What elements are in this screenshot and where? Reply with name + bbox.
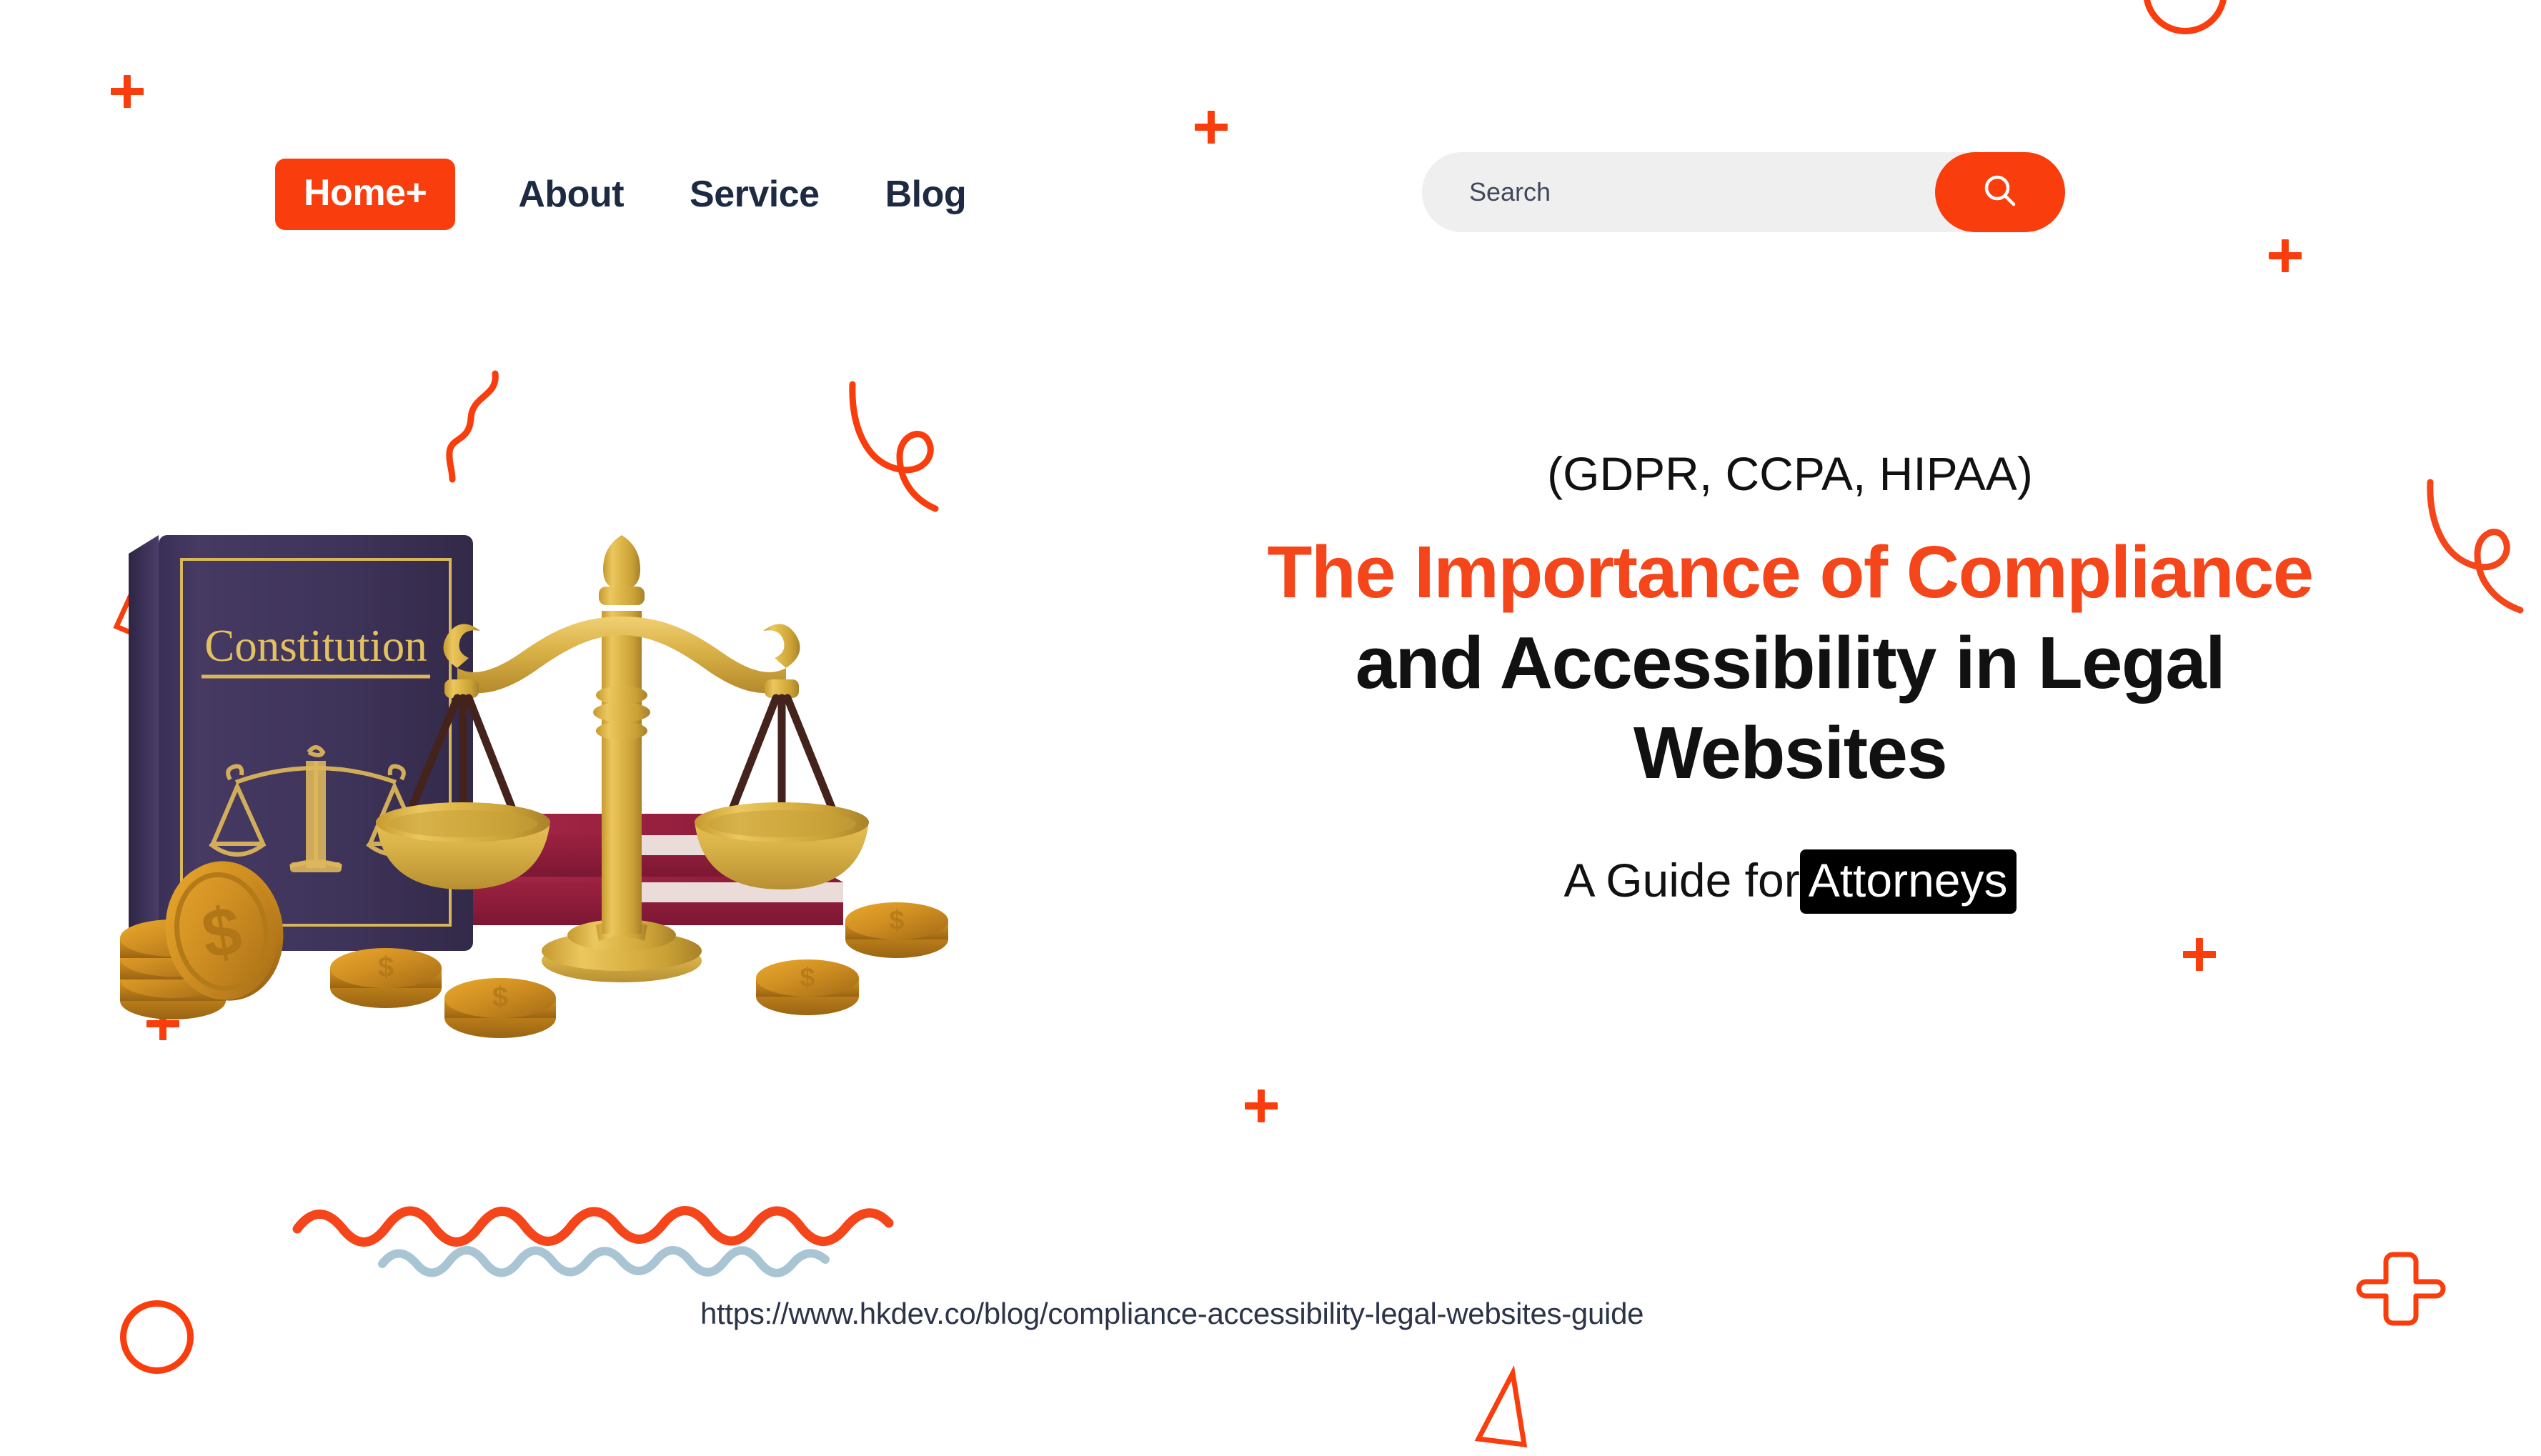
article-url: https://www.hkdev.co/blog/compliance-acc… — [700, 1297, 1644, 1330]
page-title-line-2: and Accessibility in Legal — [1355, 621, 2226, 704]
search-input[interactable] — [1422, 151, 1928, 233]
nav-item-home[interactable]: Home+ — [275, 159, 456, 230]
search-icon — [1978, 169, 2022, 216]
page-title: The Importance of Compliance and Accessi… — [1079, 527, 2501, 799]
nav-item-service[interactable]: Service — [690, 176, 820, 213]
wave-orange-decoration — [292, 1195, 1036, 1247]
plus-right-mid-icon — [2183, 938, 2216, 971]
svg-text:$: $ — [800, 963, 815, 993]
page-title-line-1: The Importance of Compliance — [1267, 531, 2314, 613]
plus-top-left-icon — [111, 75, 144, 108]
plus-outline-bottom-right-icon — [2356, 1250, 2446, 1329]
wave-blue-decoration — [378, 1240, 929, 1282]
legal-illustration: Constitution $ $ $ $ $ — [120, 525, 1136, 1054]
main-navigation: Home+ About Service Blog — [275, 159, 967, 230]
squiggle-s-curve-decoration — [439, 368, 532, 511]
nav-item-about[interactable]: About — [518, 176, 624, 213]
triangle-bottom-center-decoration — [1468, 1365, 1568, 1456]
hero-subtitle-prefix: A Guide for — [1563, 854, 1800, 907]
page-canvas: Home+ About Service Blog (GDPR, CCPA, HI… — [0, 0, 2541, 1448]
hero-section: (GDPR, CCPA, HIPAA) The Importance of Co… — [1079, 447, 2501, 914]
svg-text:$: $ — [492, 982, 508, 1013]
squiggle-loop-left-decoration — [847, 381, 990, 539]
hero-subtitle: A Guide for Attorneys — [1079, 849, 2501, 914]
plus-bottom-center-icon — [1245, 1089, 1278, 1122]
plus-top-center-icon — [1195, 111, 1228, 144]
plus-right-upper-icon — [2269, 239, 2302, 272]
circle-top-right-decoration — [2143, 0, 2227, 34]
circle-bottom-left-decoration — [120, 1300, 194, 1374]
svg-text:Constitution: Constitution — [204, 621, 427, 671]
search-bar — [1422, 151, 2065, 233]
search-submit-button[interactable] — [1935, 152, 2065, 232]
hero-subtitle-highlight: Attorneys — [1799, 849, 2017, 914]
svg-text:$: $ — [889, 906, 904, 936]
nav-item-blog[interactable]: Blog — [885, 176, 967, 213]
hero-eyebrow: (GDPR, CCPA, HIPAA) — [1547, 447, 2033, 500]
page-title-line-3: Websites — [1633, 712, 1948, 794]
svg-text:$: $ — [378, 952, 394, 983]
